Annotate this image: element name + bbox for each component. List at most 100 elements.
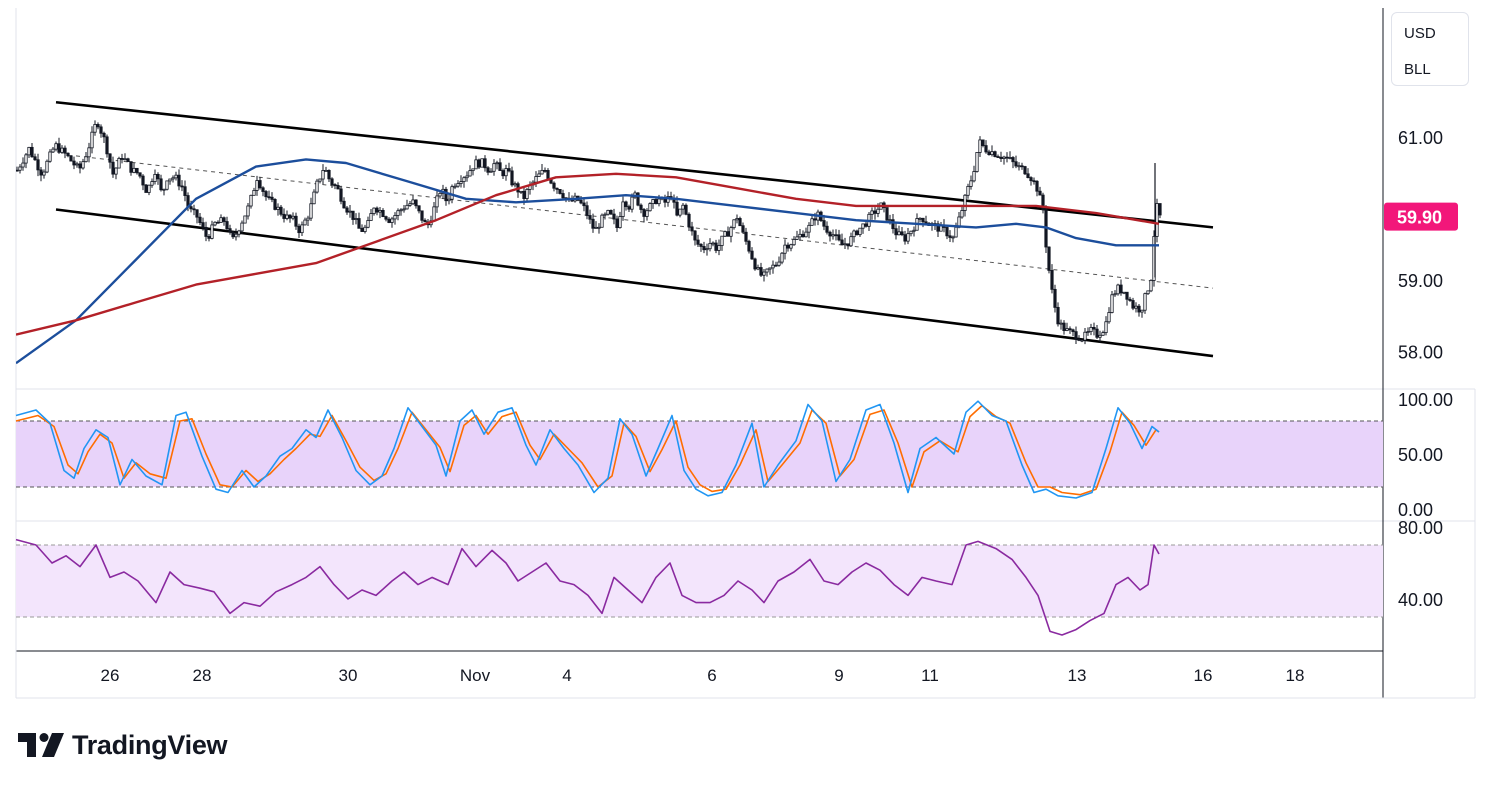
candle-body bbox=[807, 224, 811, 233]
candle-body bbox=[1125, 291, 1129, 300]
candle-body bbox=[696, 239, 700, 245]
candle-body bbox=[729, 227, 733, 237]
candle-body bbox=[786, 244, 790, 249]
candle-body bbox=[843, 243, 847, 246]
candle-body bbox=[555, 187, 559, 190]
candle-body bbox=[291, 215, 295, 219]
candle-body bbox=[918, 217, 922, 220]
candle-body bbox=[183, 186, 187, 196]
candle-body bbox=[1023, 166, 1027, 175]
candle-body bbox=[1035, 180, 1039, 192]
candle-body bbox=[237, 230, 241, 235]
candle-body bbox=[498, 162, 502, 171]
candle-body bbox=[687, 213, 691, 228]
candle-body bbox=[612, 213, 616, 220]
candle-body bbox=[513, 183, 517, 186]
candle-body bbox=[72, 160, 76, 166]
candle-body bbox=[639, 204, 643, 210]
candle-body bbox=[30, 146, 34, 158]
candle-body bbox=[159, 178, 163, 191]
candle-body bbox=[954, 226, 958, 238]
candle-body bbox=[1071, 329, 1075, 333]
candle bbox=[339, 185, 343, 205]
currency-label: USD bbox=[1404, 25, 1436, 42]
candle-body bbox=[534, 176, 538, 183]
chart-background bbox=[0, 0, 1491, 789]
candle-body bbox=[36, 159, 40, 171]
candle-body bbox=[468, 170, 472, 177]
candle-body bbox=[285, 214, 289, 219]
rsi-tick-label: 80.00 bbox=[1398, 518, 1443, 538]
time-tick-label: 18 bbox=[1286, 666, 1305, 685]
candle-body bbox=[1143, 293, 1147, 311]
candle-body bbox=[21, 162, 25, 168]
candle-body bbox=[684, 204, 688, 215]
candle-body bbox=[327, 169, 331, 180]
candle-body bbox=[579, 199, 583, 204]
candle-body bbox=[522, 190, 526, 199]
candle-body bbox=[1086, 331, 1090, 334]
candle bbox=[747, 239, 751, 254]
candle-body bbox=[837, 234, 841, 241]
candle-body bbox=[57, 143, 61, 153]
stochastic-tick-label: 0.00 bbox=[1398, 500, 1433, 520]
candle-body bbox=[192, 208, 196, 211]
candle-body bbox=[984, 145, 988, 153]
candle-body bbox=[1107, 312, 1111, 323]
candle-body bbox=[180, 185, 184, 188]
candle bbox=[885, 207, 889, 222]
candle-body bbox=[363, 226, 367, 232]
candle-body bbox=[45, 160, 49, 173]
candle-body bbox=[414, 199, 418, 207]
candle-body bbox=[420, 210, 424, 221]
candle-body bbox=[732, 219, 736, 229]
candle-body bbox=[864, 223, 868, 227]
candle-body bbox=[1146, 290, 1150, 295]
candle-body bbox=[246, 205, 250, 217]
candle-body bbox=[801, 233, 805, 238]
candle-body bbox=[174, 174, 178, 179]
candle-body bbox=[903, 234, 907, 242]
candle-body bbox=[858, 227, 862, 236]
candle-body bbox=[762, 271, 766, 276]
candle bbox=[477, 158, 481, 170]
candle-body bbox=[60, 147, 64, 153]
candle-body bbox=[321, 170, 325, 180]
candle-body bbox=[333, 184, 337, 186]
tradingview-logo[interactable]: TradingView bbox=[18, 728, 228, 762]
candle-body bbox=[906, 233, 910, 242]
candle-body bbox=[1098, 334, 1102, 338]
candle-body bbox=[969, 180, 973, 187]
candle-body bbox=[366, 220, 370, 228]
candle-body bbox=[231, 231, 235, 238]
candle-body bbox=[1140, 309, 1144, 313]
candle-body bbox=[585, 205, 589, 216]
candle-body bbox=[282, 213, 286, 219]
candle-body bbox=[501, 170, 505, 177]
candle-body bbox=[750, 250, 754, 260]
candle bbox=[1023, 165, 1027, 175]
candle-body bbox=[324, 169, 328, 172]
candle-body bbox=[480, 158, 484, 168]
time-tick-label: 11 bbox=[921, 666, 939, 685]
candle-body bbox=[381, 210, 385, 217]
candle-body bbox=[1134, 305, 1138, 309]
candle-body bbox=[840, 239, 844, 246]
candle-body bbox=[477, 159, 481, 168]
candle-body bbox=[459, 181, 463, 184]
candle-body bbox=[153, 173, 157, 182]
candle-body bbox=[375, 207, 379, 213]
candle bbox=[273, 198, 277, 211]
candle-body bbox=[93, 124, 97, 133]
candle-body bbox=[1008, 157, 1012, 159]
candle bbox=[753, 257, 757, 271]
candle-body bbox=[117, 158, 121, 169]
instrument-legend[interactable]: USD BLL bbox=[1391, 12, 1469, 86]
candle-body bbox=[792, 239, 796, 246]
candle-body bbox=[888, 219, 892, 222]
candle-body bbox=[675, 201, 679, 216]
candle-body bbox=[489, 170, 493, 173]
candle-body bbox=[471, 168, 475, 172]
tradingview-logo-icon bbox=[18, 733, 64, 757]
candle-body bbox=[537, 173, 541, 177]
